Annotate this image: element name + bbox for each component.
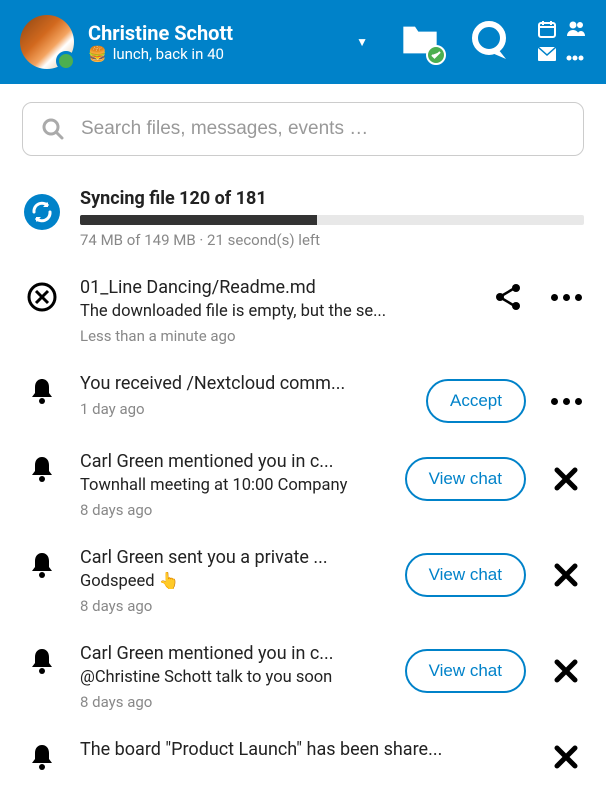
more-apps-icon[interactable] <box>566 46 586 65</box>
talk-button[interactable] <box>468 19 510 65</box>
sync-icon <box>22 192 62 232</box>
share-icon <box>494 283 522 311</box>
more-icon <box>551 398 582 405</box>
app-header: Christine Schott 🍔 lunch, back in 40 ▼ <box>0 0 606 84</box>
header-icons <box>400 19 586 65</box>
close-icon <box>554 745 578 769</box>
user-info: Christine Schott 🍔 lunch, back in 40 <box>88 21 332 63</box>
bell-icon <box>30 455 54 483</box>
status-text: lunch, back in 40 <box>113 45 224 63</box>
list-item: Carl Green mentioned you in c... Townhal… <box>22 437 584 533</box>
more-button[interactable] <box>548 294 584 301</box>
accept-button[interactable]: Accept <box>426 379 526 423</box>
item-title: You received /Nextcloud comm... <box>80 373 408 394</box>
view-chat-button[interactable]: View chat <box>405 649 526 693</box>
item-meta: 8 days ago <box>80 501 387 519</box>
bell-icon <box>30 647 54 675</box>
list-item: Carl Green mentioned you in c... @Christ… <box>22 629 584 725</box>
item-meta: 8 days ago <box>80 693 387 711</box>
search-bar[interactable] <box>22 102 584 156</box>
calendar-icon[interactable] <box>538 20 558 42</box>
item-meta: 1 day ago <box>80 400 408 418</box>
sync-status-row: Syncing file 120 of 181 74 MB of 149 MB … <box>22 174 584 263</box>
more-button[interactable] <box>548 398 584 405</box>
item-subtitle: @Christine Schott talk to you soon <box>80 668 387 687</box>
bell-icon <box>30 551 54 579</box>
item-subtitle: Townhall meeting at 10:00 Company <box>80 476 387 495</box>
item-subtitle: The downloaded file is empty, but the se… <box>80 302 472 321</box>
list-item: Carl Green sent you a private ... Godspe… <box>22 533 584 629</box>
sync-meta: 74 MB of 149 MB · 21 second(s) left <box>80 231 584 249</box>
item-meta: Less than a minute ago <box>80 327 472 345</box>
sync-title: Syncing file 120 of 181 <box>80 188 584 209</box>
item-title: Carl Green sent you a private ... <box>80 547 387 568</box>
presence-indicator <box>56 51 76 71</box>
share-button[interactable] <box>490 283 526 311</box>
dismiss-button[interactable] <box>548 659 584 683</box>
view-chat-button[interactable]: View chat <box>405 553 526 597</box>
talk-icon <box>468 19 510 61</box>
item-title: The board "Product Launch" has been shar… <box>80 739 530 760</box>
search-icon <box>41 117 65 141</box>
list-item: You received /Nextcloud comm... 1 day ag… <box>22 359 584 437</box>
close-icon <box>554 659 578 683</box>
folder-status-button[interactable] <box>400 23 440 61</box>
item-meta: 8 days ago <box>80 597 387 615</box>
dismiss-button[interactable] <box>548 467 584 491</box>
bell-icon <box>30 377 54 405</box>
list-item: 01_Line Dancing/Readme.md The downloaded… <box>22 263 584 359</box>
error-icon <box>26 281 58 313</box>
dismiss-button[interactable] <box>548 563 584 587</box>
contacts-icon[interactable] <box>566 20 586 42</box>
mail-icon[interactable] <box>538 46 558 65</box>
user-dropdown-caret[interactable]: ▼ <box>346 25 378 59</box>
item-title: 01_Line Dancing/Readme.md <box>80 277 472 298</box>
dismiss-button[interactable] <box>548 745 584 769</box>
user-name: Christine Schott <box>88 21 332 45</box>
list-item: The board "Product Launch" has been shar… <box>22 725 584 785</box>
check-icon <box>426 45 446 65</box>
item-subtitle: Godspeed 👆 <box>80 572 387 591</box>
corner-icons <box>538 20 586 65</box>
bell-icon <box>30 743 54 771</box>
view-chat-button[interactable]: View chat <box>405 457 526 501</box>
avatar[interactable] <box>20 15 74 69</box>
close-icon <box>554 467 578 491</box>
user-status: 🍔 lunch, back in 40 <box>88 45 332 63</box>
activity-list: Syncing file 120 of 181 74 MB of 149 MB … <box>0 174 606 785</box>
item-title: Carl Green mentioned you in c... <box>80 451 387 472</box>
sync-progress-fill <box>80 215 317 225</box>
item-title: Carl Green mentioned you in c... <box>80 643 387 664</box>
more-icon <box>551 294 582 301</box>
close-icon <box>554 563 578 587</box>
sync-progress-bar <box>80 215 584 225</box>
status-emoji-icon: 🍔 <box>88 45 107 63</box>
search-input[interactable] <box>81 118 565 140</box>
